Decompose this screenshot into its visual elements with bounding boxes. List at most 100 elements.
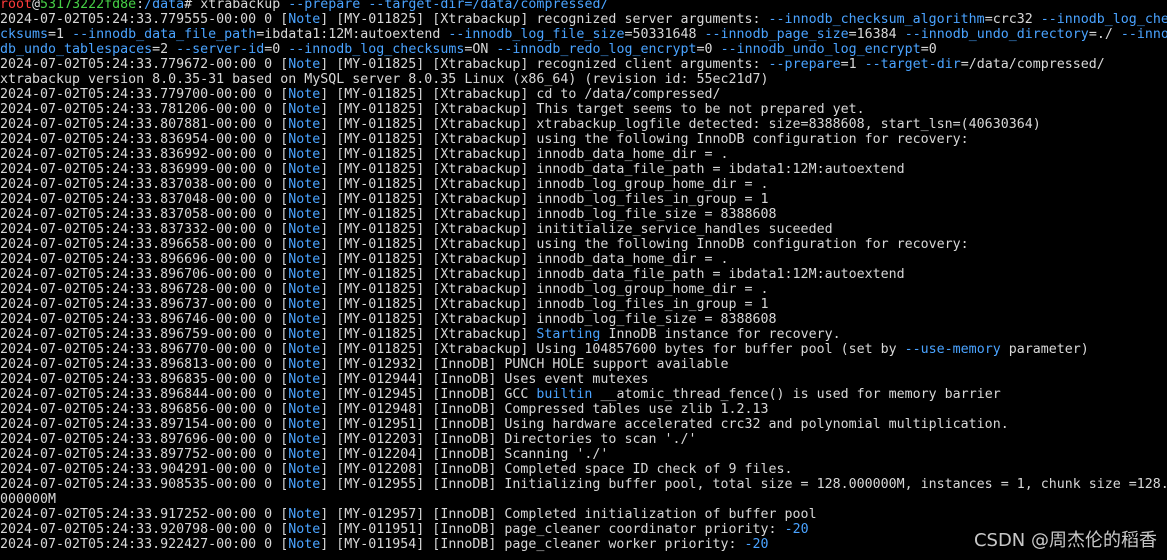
log-segment: 2024-07-02T05:24:33.897696-00:00 0 [ <box>0 432 289 447</box>
log-segment: 2024-07-02T05:24:33.920798-00:00 0 [ <box>0 522 289 537</box>
log-segment: =crc32 <box>984 12 1041 27</box>
log-segment: ] [MY-011825] [Xtrabackup] inititialize_… <box>320 222 833 237</box>
log-line: 2024-07-02T05:24:33.896706-00:00 0 [Note… <box>0 267 1167 282</box>
log-segment: 2024-07-02T05:24:33.904291-00:00 0 [ <box>0 462 289 477</box>
log-segment: 000000M <box>0 492 57 507</box>
log-segment: --innodb_log_che <box>1040 12 1167 27</box>
log-segment: Note <box>288 162 321 177</box>
log-line: 2024-07-02T05:24:33.836999-00:00 0 [Note… <box>0 162 1167 177</box>
log-line: 2024-07-02T05:24:33.896658-00:00 0 [Note… <box>0 237 1167 252</box>
log-segment: ] [MY-012948] [InnoDB] Compressed tables… <box>320 402 769 417</box>
log-line: 2024-07-02T05:24:33.807881-00:00 0 [Note… <box>0 117 1167 132</box>
log-segment: Note <box>288 282 321 297</box>
log-segment: ] [MY-012204] [InnoDB] Scanning './' <box>320 447 609 462</box>
log-line: 2024-07-02T05:24:33.781206-00:00 0 [Note… <box>0 102 1167 117</box>
prompt-path: /data <box>144 0 185 12</box>
prompt-symbol: # <box>184 0 201 12</box>
log-line: 2024-07-02T05:24:33.917252-00:00 0 [Note… <box>0 507 1167 522</box>
log-segment: ] [MY-012955] [InnoDB] Initializing buff… <box>320 477 1167 492</box>
log-segment: ] [MY-012945] [InnoDB] GCC <box>320 387 537 402</box>
log-segment: ] [MY-011825] [Xtrabackup] innodb_data_f… <box>320 267 905 282</box>
log-segment: Note <box>288 57 321 72</box>
log-segment: ] [MY-011825] [Xtrabackup] Using 1048576… <box>320 342 905 357</box>
log-segment: InnoDB instance for recovery. <box>600 327 841 342</box>
log-segment: -20 <box>744 537 769 552</box>
log-segment: Note <box>288 117 321 132</box>
log-segment: ] [MY-012932] [InnoDB] PUNCH HOLE suppor… <box>320 357 729 372</box>
log-segment: ] [MY-011825] [Xtrabackup] innodb_log_fi… <box>320 207 777 222</box>
log-segment: =ibdata1:12M:autoextend <box>256 27 449 42</box>
log-segment: Note <box>288 432 321 447</box>
log-segment: --use-memory <box>904 342 1001 357</box>
log-line: 2024-07-02T05:24:33.896770-00:00 0 [Note… <box>0 342 1167 357</box>
log-line: 2024-07-02T05:24:33.897752-00:00 0 [Note… <box>0 447 1167 462</box>
log-segment: ] [MY-012944] [InnoDB] Uses event mutexe… <box>320 372 649 387</box>
log-segment: --innodb_page_size <box>704 27 849 42</box>
log-line: 2024-07-02T05:24:33.779672-00:00 0 [Note… <box>0 57 1167 72</box>
log-line: 2024-07-02T05:24:33.837048-00:00 0 [Note… <box>0 192 1167 207</box>
log-segment: ] [MY-011825] [Xtrabackup] innodb_log_fi… <box>320 192 769 207</box>
log-segment: 2024-07-02T05:24:33.908535-00:00 0 [ <box>0 477 289 492</box>
log-lines: 2024-07-02T05:24:33.779555-00:00 0 [Note… <box>0 12 1167 552</box>
log-segment: 2024-07-02T05:24:33.896759-00:00 0 [ <box>0 327 289 342</box>
log-segment: Note <box>288 12 321 27</box>
log-segment: Note <box>288 147 321 162</box>
log-segment: ] [MY-011825] [Xtrabackup] innodb_log_gr… <box>320 282 769 297</box>
log-line: 2024-07-02T05:24:33.908535-00:00 0 [Note… <box>0 477 1167 492</box>
log-segment: --innodb_checksum_algorithm <box>768 12 985 27</box>
log-segment: 2024-07-02T05:24:33.781206-00:00 0 [ <box>0 102 289 117</box>
log-segment: --target-dir <box>864 57 961 72</box>
log-segment: --innodb_data_file_path <box>72 27 257 42</box>
prompt-host: 53173222fd8e <box>40 0 137 12</box>
log-line: cksums=1 --innodb_data_file_path=ibdata1… <box>0 27 1167 42</box>
log-segment: =16384 <box>848 27 905 42</box>
log-line: 2024-07-02T05:24:33.896835-00:00 0 [Note… <box>0 372 1167 387</box>
log-segment: Note <box>288 297 321 312</box>
log-segment: parameter) <box>1000 342 1089 357</box>
log-segment: =50331648 <box>624 27 705 42</box>
terminal-output[interactable]: root@53173222fd8e:/data# xtrabackup --pr… <box>0 0 1167 552</box>
log-segment: Note <box>288 132 321 147</box>
log-segment: Note <box>288 267 321 282</box>
log-segment: Note <box>288 87 321 102</box>
prompt-args: --prepare --target-dir=/data/compressed/ <box>288 0 609 12</box>
log-segment: ] [MY-011825] [Xtrabackup] using the fol… <box>320 132 969 147</box>
log-segment: xtrabackup version 8.0.35-31 based on My… <box>0 72 769 87</box>
log-segment: ] [MY-012951] [InnoDB] Using hardware ac… <box>320 417 1009 432</box>
log-line: 2024-07-02T05:24:33.896844-00:00 0 [Note… <box>0 387 1167 402</box>
log-line: 2024-07-02T05:24:33.837332-00:00 0 [Note… <box>0 222 1167 237</box>
log-segment: =./ <box>1088 27 1121 42</box>
log-segment: Note <box>288 387 321 402</box>
log-segment: =ON <box>464 42 497 57</box>
log-line: xtrabackup version 8.0.35-31 based on My… <box>0 72 1167 87</box>
log-line: 2024-07-02T05:24:33.896856-00:00 0 [Note… <box>0 402 1167 417</box>
log-segment: Note <box>288 207 321 222</box>
log-segment: 2024-07-02T05:24:33.896835-00:00 0 [ <box>0 372 289 387</box>
log-segment: 2024-07-02T05:24:33.896844-00:00 0 [ <box>0 387 289 402</box>
log-segment: ] [MY-011825] [Xtrabackup] innodb_data_h… <box>320 252 729 267</box>
log-line: 2024-07-02T05:24:33.896696-00:00 0 [Note… <box>0 252 1167 267</box>
log-segment: ] [MY-012208] [InnoDB] Completed space I… <box>320 462 793 477</box>
log-segment: 2024-07-02T05:24:33.896706-00:00 0 [ <box>0 267 289 282</box>
log-segment: 2024-07-02T05:24:33.836954-00:00 0 [ <box>0 132 289 147</box>
log-segment: Note <box>288 177 321 192</box>
log-line: 2024-07-02T05:24:33.896746-00:00 0 [Note… <box>0 312 1167 327</box>
log-segment: ] [MY-012203] [InnoDB] Directories to sc… <box>320 432 697 447</box>
log-segment: 2024-07-02T05:24:33.896737-00:00 0 [ <box>0 297 289 312</box>
command-prompt-line: root@53173222fd8e:/data# xtrabackup --pr… <box>0 0 1167 12</box>
log-segment: --inno <box>1120 27 1167 42</box>
log-segment: 2024-07-02T05:24:33.837058-00:00 0 [ <box>0 207 289 222</box>
log-segment: ] [MY-011954] [InnoDB] page_cleaner work… <box>320 537 745 552</box>
prompt-colon: : <box>136 0 145 12</box>
log-segment: ] [MY-011825] [Xtrabackup] using the fol… <box>320 237 969 252</box>
log-segment: Note <box>288 252 321 267</box>
log-segment: builtin <box>536 387 593 402</box>
log-segment: Note <box>288 507 321 522</box>
log-segment: Note <box>288 447 321 462</box>
log-segment: Note <box>288 327 321 342</box>
log-segment: 2024-07-02T05:24:33.896728-00:00 0 [ <box>0 282 289 297</box>
log-segment: Note <box>288 312 321 327</box>
log-segment: =2 <box>152 42 177 57</box>
log-segment: ] [MY-011825] [Xtrabackup] innodb_data_f… <box>320 162 905 177</box>
log-line: 2024-07-02T05:24:33.837038-00:00 0 [Note… <box>0 177 1167 192</box>
